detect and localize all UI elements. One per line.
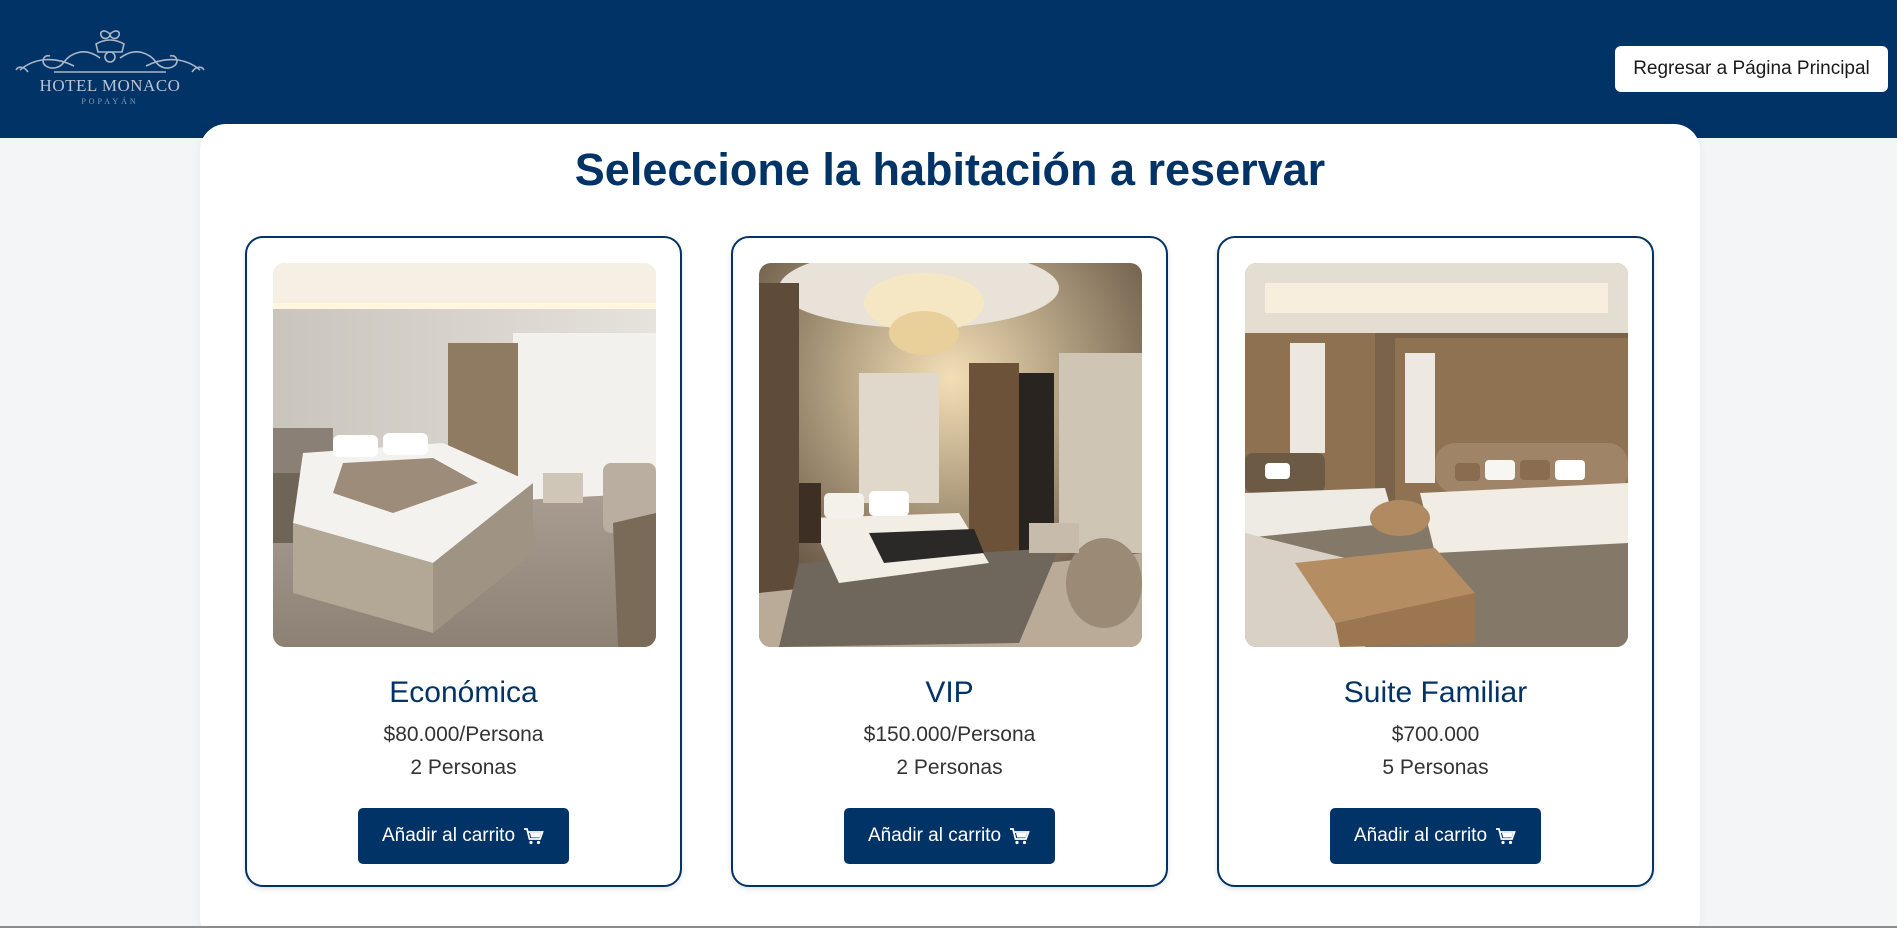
family-suite-photo bbox=[1245, 263, 1628, 647]
crown-ornament-icon bbox=[15, 30, 205, 73]
add-to-cart-button[interactable]: Añadir al carrito bbox=[1330, 808, 1541, 864]
room-price: $150.000/Persona bbox=[863, 723, 1036, 746]
back-to-home-button[interactable]: Regresar a Página Principal bbox=[1615, 46, 1888, 92]
economy-room-photo bbox=[273, 263, 656, 647]
logo-title: HOTEL MONACO bbox=[39, 76, 181, 95]
add-to-cart-label: Añadir al carrito bbox=[867, 825, 1002, 846]
room-name: Suite Familiar bbox=[1343, 676, 1528, 709]
cart-icon bbox=[524, 828, 544, 845]
top-header: HOTEL MONACO POPAYÁN Regresar a Página P… bbox=[0, 0, 1897, 138]
room-name: VIP bbox=[925, 676, 974, 709]
room-capacity: 5 Personas bbox=[1382, 756, 1489, 779]
room-card-economica: Económica $80.000/Persona 2 Personas Aña… bbox=[245, 236, 682, 887]
room-card-vip: VIP $150.000/Persona 2 Personas Añadir a… bbox=[731, 236, 1168, 887]
cart-icon bbox=[1010, 828, 1030, 845]
page-title: Seleccione la habitación a reservar bbox=[574, 144, 1326, 195]
add-to-cart-button[interactable]: Añadir al carrito bbox=[358, 808, 569, 864]
room-selection-panel: Seleccione la habitación a reservar Econ… bbox=[200, 124, 1700, 928]
hotel-logo[interactable]: HOTEL MONACO POPAYÁN bbox=[14, 26, 206, 110]
vip-room-photo bbox=[759, 263, 1142, 647]
logo-subtitle: POPAYÁN bbox=[81, 97, 139, 106]
room-capacity: 2 Personas bbox=[410, 756, 517, 779]
room-price: $80.000/Persona bbox=[383, 723, 544, 746]
room-price: $700.000 bbox=[1391, 723, 1480, 746]
room-capacity: 2 Personas bbox=[896, 756, 1003, 779]
cart-icon bbox=[1496, 828, 1516, 845]
add-to-cart-label: Añadir al carrito bbox=[381, 825, 516, 846]
add-to-cart-label: Añadir al carrito bbox=[1353, 825, 1488, 846]
room-card-suite-familiar: Suite Familiar $700.000 5 Personas Añadi… bbox=[1217, 236, 1654, 887]
add-to-cart-button[interactable]: Añadir al carrito bbox=[844, 808, 1055, 864]
room-name: Económica bbox=[389, 676, 538, 709]
